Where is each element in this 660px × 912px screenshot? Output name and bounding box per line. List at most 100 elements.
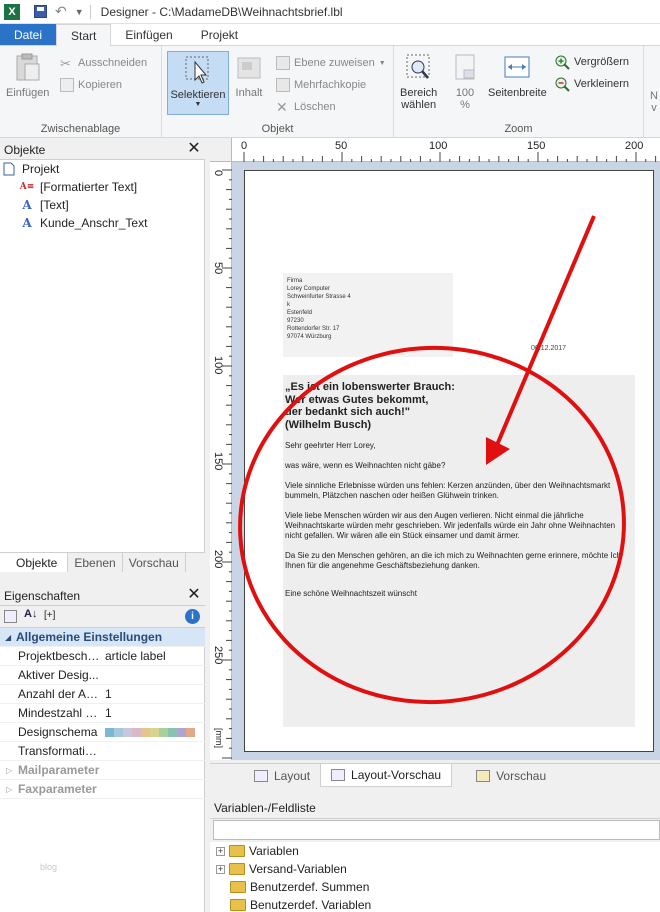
tree-item-customer-address[interactable]: A Kunde_Anschr_Text — [20, 214, 147, 232]
tab-datei[interactable]: Datei — [0, 24, 57, 45]
save-icon[interactable] — [34, 5, 47, 18]
address-line: Rottendorfer Str. 17 — [287, 326, 340, 332]
ruler-h-label: 50 — [335, 140, 348, 152]
variable-folder[interactable]: + Versand-Variablen — [216, 860, 347, 878]
properties-grid: ◢ Allgemeine Einstellungen Projektbeschr… — [0, 628, 205, 912]
date-field[interactable]: 06.12.2017 — [531, 345, 566, 352]
assign-layer-button[interactable]: Ebene zuweisen ▼ — [276, 56, 386, 70]
tab-objekte[interactable]: Objekte — [0, 553, 69, 572]
property-category-general[interactable]: ◢ Allgemeine Einstellungen — [0, 628, 205, 647]
text-icon: A — [22, 198, 32, 212]
letter-body[interactable]: „Es ist ein lobenswerter Brauch: Wer etwa… — [283, 375, 635, 727]
expand-icon[interactable]: + — [216, 864, 225, 874]
design-canvas[interactable]: Firma Lorey Computer Schweinfurter Strasse… — [232, 162, 660, 760]
tab-start[interactable]: Start — [56, 24, 112, 46]
tab-vorschau-left[interactable]: Vorschau — [123, 553, 186, 572]
ruler-v-label: 100 — [212, 356, 224, 375]
tree-item-label: [Text] — [40, 198, 69, 212]
paste-icon — [16, 53, 40, 81]
delete-button[interactable]: ✕ Löschen — [276, 100, 336, 114]
closing: Eine schöne Weihnachtszeit wünscht — [285, 589, 417, 598]
properties-panel-title: Eigenschaften — [4, 588, 81, 603]
collapse-icon[interactable]: ◢ — [5, 633, 11, 642]
palette-swatch — [177, 727, 186, 737]
property-value[interactable]: 1 — [100, 706, 112, 720]
tree-item-text[interactable]: A [Text] — [20, 196, 69, 214]
property-category-fax[interactable]: ▷ Faxparameter — [0, 780, 205, 799]
cut-off-ribbon-button[interactable]: N v — [650, 90, 658, 114]
tab-layout-preview[interactable]: Layout-Vorschau — [320, 764, 453, 787]
tree-item-projekt[interactable]: Projekt — [2, 160, 59, 178]
property-row[interactable]: Mindestzahl d... 1 — [0, 704, 205, 723]
palette-swatch — [141, 727, 150, 737]
multiple-copy-button[interactable]: Mehrfachkopie — [276, 78, 366, 92]
copy-button[interactable]: Kopieren — [60, 78, 122, 92]
expand-icon[interactable]: ▷ — [6, 785, 12, 794]
preview-icon — [476, 769, 491, 782]
layers-icon — [276, 56, 290, 70]
palette-swatch — [168, 727, 177, 737]
property-row[interactable]: Aktiver Desig... — [0, 666, 205, 685]
tab-layout[interactable]: Layout — [210, 764, 320, 787]
page[interactable]: Firma Lorey Computer Schweinfurter Strasse… — [244, 170, 654, 752]
expand-icon[interactable]: + — [216, 846, 225, 856]
page-icon — [3, 162, 15, 176]
property-value[interactable]: 1 — [100, 687, 112, 701]
vertical-ruler: 0 50 100 150 200 250 [mm] — [210, 162, 232, 760]
address-block[interactable]: Firma Lorey Computer Schweinfurter Strasse… — [283, 273, 453, 357]
property-row[interactable]: Designschema — [0, 723, 205, 742]
sort-alpha-icon[interactable]: A↓ — [24, 608, 37, 620]
color-palette — [105, 727, 195, 737]
paragraph: was wäre, wenn es Weihnachten nicht gäbe… — [285, 461, 446, 470]
tab-einfuegen[interactable]: Einfügen — [111, 24, 186, 45]
layout-icon — [254, 769, 268, 782]
content-button[interactable]: Inhalt — [234, 52, 264, 99]
objects-tree: Projekt A≡ [Formatierter Text] A [Text] … — [0, 160, 205, 552]
zoom-100-button[interactable]: 100 % — [450, 52, 480, 111]
property-name: Anzahl der Au... — [18, 687, 100, 701]
select-label: Selektieren — [170, 89, 226, 101]
variable-folder[interactable]: Benutzerdef. Variablen — [230, 896, 371, 912]
select-area-button[interactable]: Bereich wählen — [400, 52, 437, 111]
categorized-icon[interactable] — [4, 610, 17, 623]
page-width-button[interactable]: Seitenbreite — [488, 52, 547, 99]
palette-swatch — [105, 727, 114, 737]
variables-filter-input[interactable] — [213, 820, 660, 840]
design-scheme-palette[interactable] — [100, 727, 195, 737]
horizontal-ruler: 0 50 100 150 200 — [232, 138, 660, 162]
paragraph: Viele sinnliche Erlebnisse würden uns fe… — [285, 481, 611, 500]
tab-projekt[interactable]: Projekt — [187, 24, 252, 45]
close-icon[interactable]: ✕ — [186, 141, 202, 157]
tab-ebenen[interactable]: Ebenen — [68, 553, 123, 572]
palette-swatch — [186, 727, 195, 737]
zoom-in-button[interactable]: Vergrößern — [554, 54, 629, 70]
close-icon[interactable]: ✕ — [186, 587, 202, 603]
ribbon: Einfügen ✂ Ausschneiden Kopieren Zwische… — [0, 46, 660, 138]
property-row[interactable]: Transformatio... — [0, 742, 205, 761]
property-category-mail[interactable]: ▷ Mailparameter — [0, 761, 205, 780]
property-value[interactable]: article label — [100, 649, 166, 663]
variable-folder[interactable]: Benutzerdef. Summen — [230, 878, 369, 896]
cut-button[interactable]: ✂ Ausschneiden — [60, 56, 147, 71]
property-row[interactable]: Anzahl der Au... 1 — [0, 685, 205, 704]
address-line: 97230 — [287, 318, 304, 324]
info-icon[interactable]: i — [185, 609, 200, 624]
expand-all-button[interactable]: [+] — [44, 610, 55, 621]
variables-panel-header: Variablen-/Feldliste — [210, 797, 660, 819]
variable-folder-label: Benutzerdef. Summen — [250, 880, 370, 894]
zoom-out-button[interactable]: Verkleinern — [554, 76, 629, 92]
tree-item-label: Projekt — [22, 162, 60, 176]
paste-button[interactable]: Einfügen — [6, 52, 49, 99]
quick-access-dropdown-icon[interactable]: ▼ — [75, 7, 84, 17]
folder-variable-icon — [230, 899, 246, 911]
variable-folder[interactable]: + Variablen — [216, 842, 299, 860]
property-row[interactable]: Projektbeschr... article label — [0, 647, 205, 666]
paragraph: Da Sie zu den Menschen gehören, an die i… — [285, 551, 622, 570]
undo-icon[interactable]: ↶ — [55, 3, 67, 20]
variable-folder-label: Variablen — [249, 844, 299, 858]
tab-preview[interactable]: Vorschau — [452, 764, 556, 787]
tab-label: Layout — [274, 768, 311, 783]
expand-icon[interactable]: ▷ — [6, 766, 12, 775]
select-button[interactable]: Selektieren ▼ — [167, 51, 229, 115]
tree-item-formatted-text[interactable]: A≡ [Formatierter Text] — [20, 178, 137, 196]
